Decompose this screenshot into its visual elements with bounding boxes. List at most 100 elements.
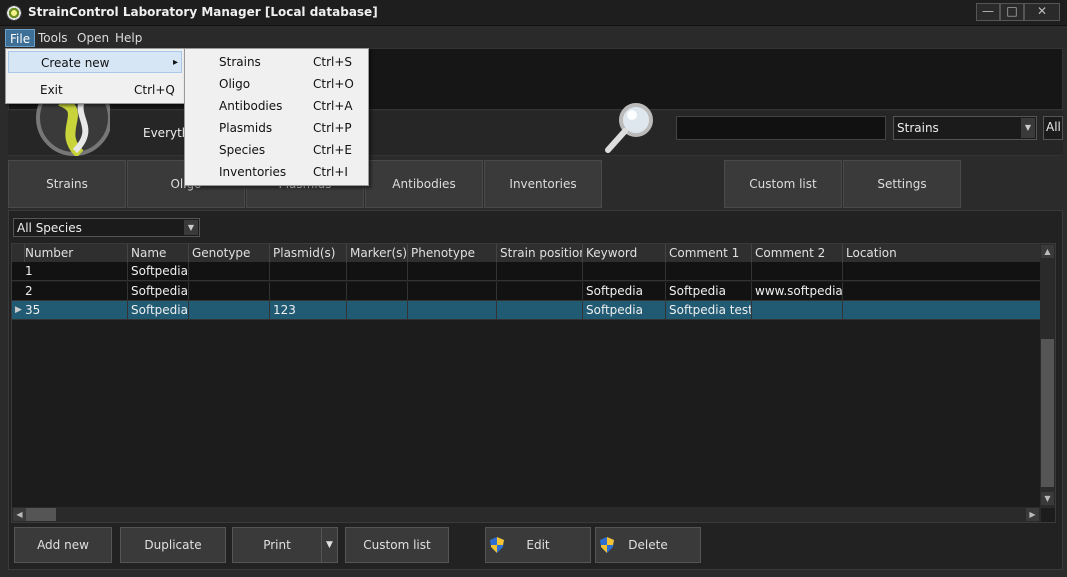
cell-keyword: Softpedia — [583, 282, 666, 301]
tab-antibodies[interactable]: Antibodies — [365, 160, 483, 208]
column-header-comment1[interactable]: Comment 1 — [666, 244, 752, 262]
cell-name: Softpedia t — [128, 262, 189, 281]
maximize-button[interactable]: □ — [1000, 3, 1024, 21]
header-tagline: Everyth — [143, 126, 190, 140]
edit-button[interactable]: Edit — [485, 527, 591, 563]
print-button[interactable]: Print ▼ — [232, 527, 338, 563]
table-row-selected[interactable]: ▶ 35 Softpedia 123 Softpedia Softpedia t… — [12, 301, 1041, 320]
table-row[interactable]: 1 Softpedia t — [12, 262, 1041, 281]
search-category-value: Strains — [897, 121, 939, 135]
menu-item-label: Exit — [40, 83, 63, 97]
menu-tools[interactable]: Tools — [34, 29, 72, 47]
column-header-genotype[interactable]: Genotype — [189, 244, 270, 262]
submenu-item-oligo[interactable]: Oligo Ctrl+O — [187, 73, 366, 95]
cell-comment2 — [752, 262, 843, 281]
menu-item-label: Oligo — [219, 77, 251, 91]
scroll-down-icon[interactable]: ▼ — [1041, 492, 1054, 505]
menu-file[interactable]: File — [5, 29, 36, 47]
cell-strain-position — [497, 282, 583, 301]
column-header-keyword[interactable]: Keyword — [583, 244, 666, 262]
submenu-arrow-icon: ▸ — [173, 57, 179, 68]
chevron-down-icon[interactable]: ▼ — [1021, 118, 1035, 138]
column-header-comment2[interactable]: Comment 2 — [752, 244, 843, 262]
cell-markers — [347, 282, 408, 301]
chevron-down-icon[interactable]: ▼ — [184, 220, 198, 235]
cell-number: 1 — [22, 262, 128, 281]
tab-custom-list[interactable]: Custom list — [724, 160, 842, 208]
menu-item-label: Antibodies — [219, 99, 283, 113]
cell-phenotype — [408, 282, 497, 301]
column-header-strain-position[interactable]: Strain position — [497, 244, 583, 262]
search-input[interactable] — [676, 116, 886, 140]
species-filter-value: All Species — [17, 221, 82, 235]
submenu-item-plasmids[interactable]: Plasmids Ctrl+P — [187, 117, 366, 139]
tab-spacer — [602, 160, 723, 208]
scroll-up-icon[interactable]: ▲ — [1041, 245, 1054, 258]
search-category-select[interactable]: Strains ▼ — [893, 116, 1037, 140]
submenu-item-antibodies[interactable]: Antibodies Ctrl+A — [187, 95, 366, 117]
menu-item-shortcut: Ctrl+A — [313, 99, 353, 113]
delete-button[interactable]: Delete — [595, 527, 701, 563]
column-header-location[interactable]: Location — [843, 244, 1041, 262]
cell-phenotype — [408, 301, 497, 320]
column-header-number[interactable]: Number — [22, 244, 128, 262]
custom-list-button[interactable]: Custom list — [345, 527, 449, 563]
menu-item-shortcut: Ctrl+S — [313, 55, 353, 69]
submenu-item-inventories[interactable]: Inventories Ctrl+I — [187, 161, 366, 183]
column-header-name[interactable]: Name — [128, 244, 189, 262]
cell-comment2: www.softpedia. — [752, 282, 843, 301]
cell-keyword: Softpedia — [583, 301, 666, 320]
cell-name: Softpedia — [128, 301, 189, 320]
column-header-phenotype[interactable]: Phenotype — [408, 244, 497, 262]
cell-comment1: Softpedia test — [666, 301, 752, 320]
cell-genotype — [189, 262, 270, 281]
menu-item-label: Inventories — [219, 165, 287, 179]
tab-inventories[interactable]: Inventories — [484, 160, 602, 208]
strains-table: Number Name Genotype Plasmid(s) Marker(s… — [11, 243, 1056, 523]
cell-comment2 — [752, 301, 843, 320]
vertical-scroll-thumb[interactable] — [1041, 339, 1054, 487]
cell-number: 35 — [22, 301, 128, 320]
menu-item-exit[interactable]: Exit Ctrl+Q — [8, 79, 182, 101]
scroll-right-icon[interactable]: ▶ — [1026, 508, 1039, 521]
cell-plasmids — [270, 262, 347, 281]
cell-location — [843, 301, 1041, 320]
cell-keyword — [583, 262, 666, 281]
cell-location — [843, 262, 1041, 281]
menu-item-shortcut: Ctrl+I — [313, 165, 348, 179]
menu-help[interactable]: Help — [111, 29, 146, 47]
duplicate-button[interactable]: Duplicate — [120, 527, 226, 563]
vertical-scrollbar[interactable]: ▲ ▼ — [1040, 244, 1055, 508]
minimize-button[interactable]: — — [976, 3, 1000, 21]
horizontal-scrollbar[interactable]: ◀ ▶ — [12, 507, 1041, 522]
cell-genotype — [189, 282, 270, 301]
add-new-button[interactable]: Add new — [14, 527, 112, 563]
column-header-markers[interactable]: Marker(s) — [347, 244, 408, 262]
scope-select[interactable]: All — [1043, 116, 1063, 140]
horizontal-scroll-thumb[interactable] — [26, 508, 56, 521]
menu-item-label: Create new — [41, 56, 110, 70]
menu-item-shortcut: Ctrl+Q — [134, 83, 175, 97]
table-row[interactable]: 2 Softpedia Softpedia Softpedia www.soft… — [12, 282, 1041, 301]
menu-item-create-new[interactable]: Create new ▸ — [8, 51, 182, 73]
table-header: Number Name Genotype Plasmid(s) Marker(s… — [12, 244, 1041, 262]
column-header-plasmids[interactable]: Plasmid(s) — [270, 244, 347, 262]
cell-name: Softpedia — [128, 282, 189, 301]
cell-location — [843, 282, 1041, 301]
search-icon[interactable] — [600, 100, 658, 156]
app-icon — [6, 5, 22, 21]
chevron-down-icon[interactable]: ▼ — [321, 528, 337, 562]
close-button[interactable]: ✕ — [1024, 3, 1060, 21]
delete-button-label: Delete — [628, 538, 668, 552]
tab-settings[interactable]: Settings — [843, 160, 961, 208]
scroll-left-icon[interactable]: ◀ — [13, 508, 26, 521]
species-filter-select[interactable]: All Species ▼ — [13, 218, 200, 237]
cell-markers — [347, 262, 408, 281]
cell-phenotype — [408, 262, 497, 281]
menu-open[interactable]: Open — [73, 29, 113, 47]
menu-item-shortcut: Ctrl+O — [313, 77, 354, 91]
cell-genotype — [189, 301, 270, 320]
submenu-item-species[interactable]: Species Ctrl+E — [187, 139, 366, 161]
submenu-item-strains[interactable]: Strains Ctrl+S — [187, 51, 366, 73]
tab-strains[interactable]: Strains — [8, 160, 126, 208]
